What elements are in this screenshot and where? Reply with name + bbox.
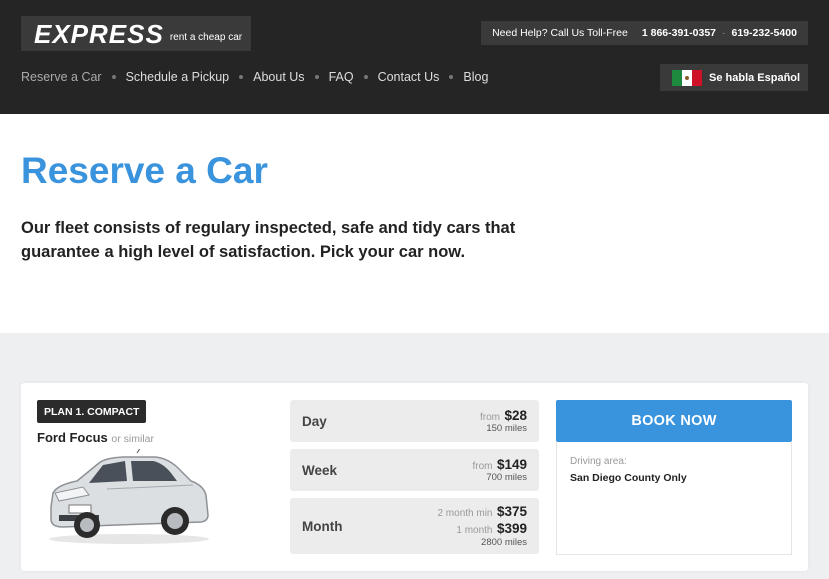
- driving-area-box: Driving area: San Diego County Only: [556, 442, 792, 555]
- phone-number-2[interactable]: 619-232-5400: [732, 27, 797, 39]
- price-miles: 2800 miles: [481, 536, 527, 548]
- driving-area-value: San Diego County Only: [570, 472, 687, 484]
- price-values: 2 month min $375 1 month $399 2800 miles: [437, 504, 527, 548]
- price-values: from $149 700 miles: [473, 457, 528, 484]
- price-from-label: from: [480, 411, 501, 423]
- plan-badge: PLAN 1. COMPACT: [37, 400, 147, 423]
- price-miles: 150 miles: [486, 423, 527, 435]
- nav-separator: [449, 75, 454, 79]
- price-period: Month: [302, 518, 343, 534]
- spanish-language-button[interactable]: Se habla Español: [660, 64, 808, 91]
- site-header: EXPRESS rent a cheap car Need Help? Call…: [0, 0, 829, 114]
- nav-faq[interactable]: FAQ: [329, 70, 354, 84]
- nav-separator: [239, 75, 244, 79]
- phone-number-1[interactable]: 1 866-391-0357: [642, 27, 716, 39]
- price-miles: 700 miles: [486, 472, 527, 484]
- nav-blog[interactable]: Blog: [463, 70, 488, 84]
- nav-about-us[interactable]: About Us: [253, 70, 304, 84]
- nav-separator: [314, 75, 319, 79]
- price-from-label: from: [472, 460, 493, 472]
- car-similar-note: or similar: [111, 433, 154, 445]
- logo[interactable]: EXPRESS rent a cheap car: [21, 16, 251, 51]
- page-title: Reserve a Car: [21, 150, 268, 191]
- price-from-label: 2 month min: [437, 508, 493, 520]
- help-label: Need Help? Call Us Toll-Free: [492, 27, 628, 39]
- mexico-flag-icon: [672, 69, 702, 86]
- nav-separator: [363, 75, 368, 79]
- nav-schedule-pickup[interactable]: Schedule a Pickup: [126, 70, 230, 84]
- help-contact-bar: Need Help? Call Us Toll-Free 1 866-391-0…: [481, 21, 808, 45]
- car-image: [49, 449, 209, 544]
- car-model: Ford Focus: [37, 430, 108, 445]
- price-period: Week: [302, 462, 338, 478]
- price-amount: $28: [504, 407, 527, 423]
- intro-section: Reserve a Car Our fleet consists of regu…: [0, 114, 829, 333]
- price-row-day: Day from $28 150 miles: [290, 400, 539, 442]
- nav-separator: [111, 75, 116, 79]
- price-from-label: 1 month: [456, 525, 493, 537]
- price-row-month: Month 2 month min $375 1 month $399 2800…: [290, 498, 539, 554]
- main-nav: Reserve a Car Schedule a Pickup About Us…: [21, 70, 488, 84]
- book-now-button[interactable]: BOOK NOW: [556, 400, 792, 442]
- page-description: Our fleet consists of regulary inspected…: [21, 219, 516, 261]
- driving-area-label: Driving area:: [570, 456, 627, 467]
- nav-contact-us[interactable]: Contact Us: [378, 70, 440, 84]
- phone-separator: ·: [722, 27, 726, 39]
- logo-tagline: rent a cheap car: [169, 32, 243, 43]
- spanish-language-label: Se habla Español: [709, 71, 801, 84]
- car-name-line: Ford Focus or similar: [37, 430, 154, 445]
- price-values: from $28 150 miles: [480, 408, 527, 435]
- price-amount: $399: [496, 521, 527, 537]
- price-amount: $375: [496, 504, 527, 520]
- plan-card: PLAN 1. COMPACT Ford Focus or similar Da…: [21, 383, 808, 571]
- price-row-week: Week from $149 700 miles: [290, 449, 539, 491]
- price-amount: $149: [496, 456, 527, 472]
- price-period: Day: [302, 413, 327, 429]
- nav-reserve-a-car[interactable]: Reserve a Car: [21, 70, 102, 84]
- logo-wordmark: EXPRESS: [34, 18, 164, 49]
